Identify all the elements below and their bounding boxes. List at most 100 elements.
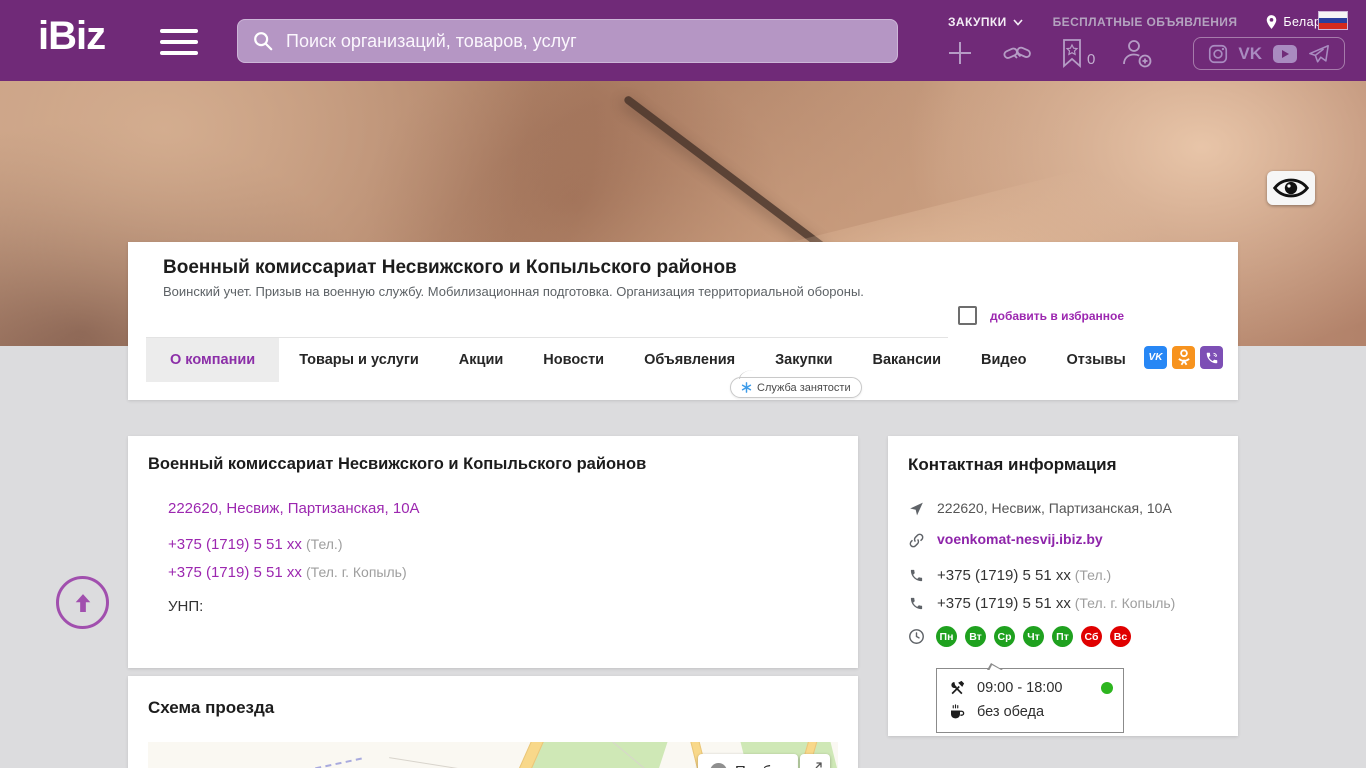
about-address-link[interactable]: 222620, Несвиж, Партизанская, 10А — [168, 500, 420, 517]
about-heading: Военный комиссариат Несвижского и Копыль… — [148, 455, 647, 473]
contacts-heading: Контактная информация — [908, 455, 1117, 474]
tab-about[interactable]: О компании — [146, 338, 280, 382]
russian-flag-icon[interactable] — [1318, 11, 1348, 30]
open-now-indicator — [1101, 682, 1113, 694]
handshake-icon — [1003, 46, 1031, 59]
favorites-count: 0 — [1087, 51, 1096, 68]
phone-number[interactable]: +375 (1719) 5 51 xx — [937, 595, 1071, 612]
contacts-phone-2-row: +375 (1719) 5 51 xx (Тел. г. Копыль) — [908, 595, 1175, 612]
day-fri[interactable]: Пт — [1052, 626, 1073, 647]
company-tabs: О компании Товары и услуги Акции Новости… — [146, 338, 1146, 382]
day-mon[interactable]: Пн — [936, 626, 957, 647]
sparkle-icon — [741, 382, 752, 393]
map-card: Схема проезда Пробки — [128, 676, 858, 768]
top-nav: ЗАКУПКИ БЕСПЛАТНЫЕ ОБЪЯВЛЕНИЯ Беларусь — [948, 14, 1341, 30]
company-subtitle: Воинский учет. Призыв на военную службу.… — [163, 284, 864, 299]
chevron-down-icon — [1013, 18, 1023, 26]
contacts-phone-1-row: +375 (1719) 5 51 xx (Тел.) — [908, 567, 1111, 584]
link-icon — [909, 533, 924, 548]
location-pin-icon — [1267, 15, 1277, 29]
tools-icon — [951, 680, 965, 695]
hamburger-menu-icon[interactable] — [160, 29, 198, 55]
tab-news[interactable]: Новости — [523, 338, 624, 382]
weekday-badges: Пн Вт Ср Чт Пт Сб Вс — [936, 626, 1131, 647]
arrow-up-icon — [75, 593, 90, 612]
vk-icon[interactable]: VK — [1238, 44, 1262, 64]
viber-icon — [1206, 352, 1217, 363]
phone-link[interactable]: +375 (1719) 5 51 xx — [168, 564, 302, 581]
tab-ads[interactable]: Объявления — [624, 338, 755, 382]
person-add-icon — [1123, 40, 1152, 68]
pen-photo-element — [622, 94, 828, 252]
day-tue[interactable]: Вт — [965, 626, 986, 647]
favorite-checkbox[interactable] — [958, 306, 977, 325]
favorites-button[interactable]: 0 — [1060, 38, 1095, 68]
scroll-to-top-button[interactable] — [56, 576, 109, 629]
tab-products[interactable]: Товары и услуги — [279, 338, 439, 382]
tab-reviews[interactable]: Отзывы — [1047, 338, 1146, 382]
day-wed[interactable]: Ср — [994, 626, 1015, 647]
header-social-bar: VK — [1193, 37, 1345, 70]
phone-link[interactable]: +375 (1719) 5 51 xx — [168, 536, 302, 553]
map-expand-button[interactable] — [800, 754, 830, 768]
bookmark-star-icon — [1063, 39, 1081, 68]
location-arrow-icon — [910, 502, 923, 516]
phone-number[interactable]: +375 (1719) 5 51 xx — [937, 567, 1071, 584]
page: iBiz ЗАКУПКИ БЕСПЛАТНЫЕ ОБЪЯВЛЕНИЯ Белар… — [0, 0, 1366, 768]
company-header-card: Военный комиссариат Несвижского и Копыль… — [128, 242, 1238, 400]
contacts-card: Контактная информация 222620, Несвиж, Па… — [888, 436, 1238, 736]
working-hours-row: 09:00 - 18:00 — [947, 676, 1113, 700]
top-header: iBiz ЗАКУПКИ БЕСПЛАТНЫЕ ОБЪЯВЛЕНИЯ Белар… — [0, 0, 1366, 81]
phone-icon — [910, 569, 923, 582]
contacts-address-row: 222620, Несвиж, Партизанская, 10А — [908, 500, 1172, 517]
tab-promos[interactable]: Акции — [439, 338, 523, 382]
unp-label: УНП: — [168, 598, 204, 615]
register-user-button[interactable] — [1121, 38, 1153, 68]
header-action-icons: 0 — [946, 38, 1153, 68]
traffic-icon — [710, 762, 727, 768]
favorite-label: добавить в избранное — [990, 308, 1125, 323]
lunch-row: без обеда — [947, 700, 1113, 724]
instagram-icon[interactable] — [1207, 43, 1229, 65]
clock-icon — [909, 629, 924, 644]
about-phone-2: +375 (1719) 5 51 xx (Тел. г. Копыль) — [168, 564, 407, 581]
map-heading: Схема проезда — [148, 698, 275, 717]
day-sun[interactable]: Вс — [1110, 626, 1131, 647]
tab-vacancies[interactable]: Вакансии — [853, 338, 962, 382]
company-title: Военный комиссариат Несвижского и Копыль… — [163, 257, 737, 278]
traffic-button[interactable]: Пробки — [698, 754, 798, 768]
map-canvas[interactable]: Пробки — [148, 742, 838, 768]
day-thu[interactable]: Чт — [1023, 626, 1044, 647]
day-sat[interactable]: Сб — [1081, 626, 1102, 647]
eye-icon — [1272, 178, 1310, 198]
working-hours: 09:00 - 18:00 — [977, 680, 1063, 696]
contacts-website-row: voenkomat-nesvij.ibiz.by — [908, 531, 1103, 549]
search-icon — [254, 32, 273, 51]
share-buttons: VK — [1144, 346, 1223, 369]
plus-icon — [949, 42, 971, 64]
about-phone-1: +375 (1719) 5 51 xx (Тел.) — [168, 536, 343, 553]
nav-free-ads[interactable]: БЕСПЛАТНЫЕ ОБЪЯВЛЕНИЯ — [1053, 15, 1238, 29]
tab-video[interactable]: Видео — [961, 338, 1047, 382]
about-card: Военный комиссариат Несвижского и Копыль… — [128, 436, 858, 668]
telegram-icon[interactable] — [1307, 43, 1331, 65]
search-input[interactable] — [286, 30, 883, 52]
share-ok-button[interactable] — [1172, 346, 1195, 369]
share-vk-button[interactable]: VK — [1144, 346, 1167, 369]
add-company-button[interactable] — [946, 39, 974, 67]
nav-zakupki[interactable]: ЗАКУПКИ — [948, 15, 1023, 29]
youtube-icon[interactable] — [1272, 44, 1298, 64]
employment-service-badge[interactable]: Служба занятости — [730, 370, 862, 398]
accessibility-eye-button[interactable] — [1267, 171, 1315, 205]
schedule-tooltip: 09:00 - 18:00 без обеда — [936, 663, 1124, 733]
ibiz-logo[interactable]: iBiz — [38, 14, 106, 59]
partnership-button[interactable] — [1000, 39, 1034, 67]
add-to-favorites[interactable]: добавить в избранное — [958, 306, 1124, 325]
expand-icon — [815, 762, 822, 768]
share-viber-button[interactable] — [1200, 346, 1223, 369]
lunch-label: без обеда — [977, 704, 1045, 720]
website-link[interactable]: voenkomat-nesvij.ibiz.by — [937, 531, 1103, 547]
ok-icon — [1177, 349, 1190, 366]
tab-zakupki[interactable]: Закупки — [755, 338, 852, 382]
search-bar — [237, 19, 898, 63]
